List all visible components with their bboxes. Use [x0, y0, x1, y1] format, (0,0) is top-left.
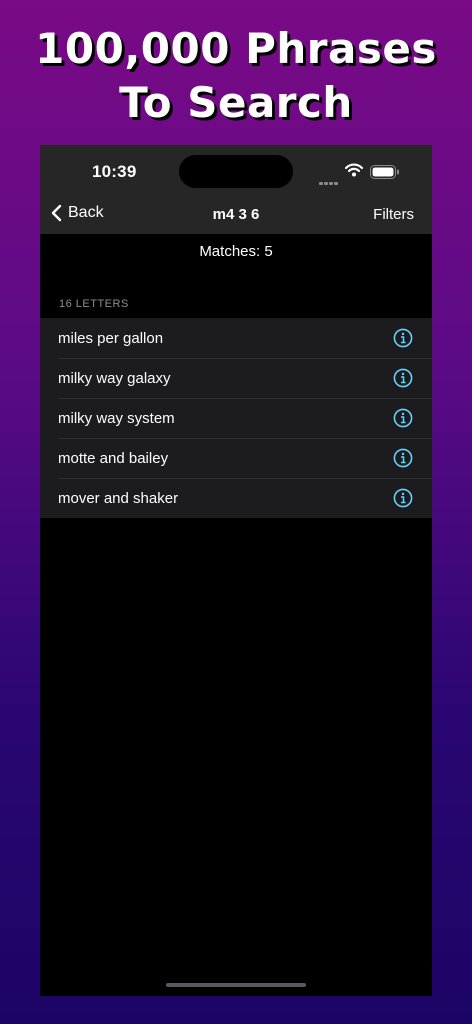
- list-item[interactable]: miles per gallon: [40, 318, 432, 358]
- home-indicator[interactable]: [166, 983, 306, 987]
- list-item-label: miles per gallon: [58, 329, 164, 347]
- results-list: miles per gallon milky way galaxy milky …: [40, 318, 432, 518]
- list-item[interactable]: motte and bailey: [40, 438, 432, 478]
- status-bar: 10:39: [40, 145, 432, 199]
- navigation-bar: Back m4 3 6 Filters: [40, 199, 432, 234]
- list-item-label: milky way system: [58, 409, 175, 427]
- list-item[interactable]: mover and shaker: [40, 478, 432, 518]
- promo-headline: 100,000 Phrases To Search: [0, 22, 472, 130]
- list-item-label: motte and bailey: [58, 449, 169, 467]
- dynamic-island: [179, 155, 293, 188]
- promo-line-1: 100,000 Phrases: [35, 24, 437, 73]
- battery-icon: [370, 165, 400, 184]
- cellular-signal-icon: [319, 172, 339, 190]
- status-time: 10:39: [92, 162, 137, 181]
- info-icon[interactable]: [393, 328, 413, 348]
- info-icon[interactable]: [393, 408, 413, 428]
- info-icon[interactable]: [393, 448, 413, 468]
- section-header: 16 LETTERS: [59, 298, 129, 310]
- matches-count: Matches: 5: [199, 243, 273, 260]
- list-item[interactable]: milky way system: [40, 398, 432, 438]
- filters-button[interactable]: Filters: [373, 206, 414, 223]
- info-icon[interactable]: [393, 488, 413, 508]
- list-item-label: milky way galaxy: [58, 369, 171, 387]
- list-item[interactable]: milky way galaxy: [40, 358, 432, 398]
- list-item-label: mover and shaker: [58, 489, 179, 507]
- info-icon[interactable]: [393, 368, 413, 388]
- wifi-icon: [344, 163, 364, 182]
- phone-screen: 10:39 Back m4 3 6 Filters Matches: 5 16 …: [40, 145, 432, 996]
- promo-line-2: To Search: [119, 78, 353, 127]
